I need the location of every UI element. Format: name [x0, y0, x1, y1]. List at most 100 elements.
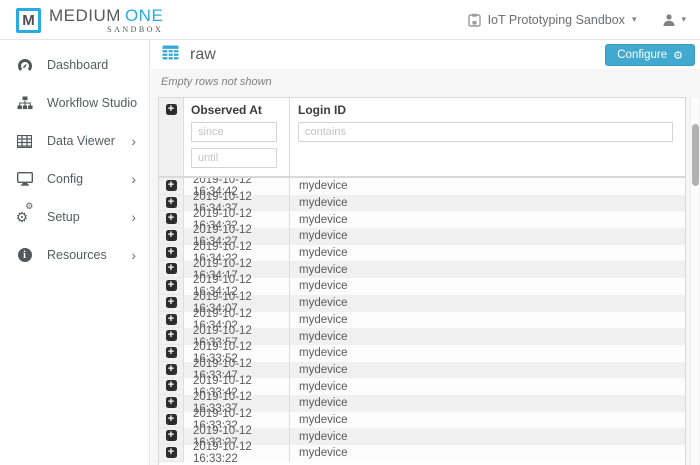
login-id-cell: mydevice	[290, 178, 685, 195]
expand-row-cell: +	[159, 412, 184, 429]
expand-row-cell: +	[159, 295, 184, 312]
login-id-cell: mydevice	[290, 412, 685, 429]
configure-label: Configure	[617, 49, 667, 61]
user-icon	[662, 13, 676, 27]
plus-square-icon[interactable]: +	[166, 297, 177, 308]
expand-row-cell: +	[159, 395, 184, 412]
configure-button[interactable]: Configure ⚙	[605, 44, 695, 66]
sidebar-item-label: Workflow Studio	[47, 96, 137, 110]
medium-one-logo[interactable]: M MEDIUMONE SANDBOX	[16, 6, 163, 34]
expand-row-cell: +	[159, 228, 184, 245]
brand-one: ONE	[125, 6, 163, 25]
expand-row-cell: +	[159, 261, 184, 278]
login-id-cell: mydevice	[290, 328, 685, 345]
observed-at-cell: 2019-10-12 16:33:22	[184, 445, 290, 462]
observed-at-column-label: Observed At	[191, 103, 282, 117]
chevron-right-icon: ›	[131, 172, 136, 186]
table-scrollbar-thumb[interactable]	[692, 124, 699, 186]
clipboard-icon	[468, 13, 481, 27]
login-id-cell: mydevice	[290, 345, 685, 362]
sidebar-nav: Dashboard Workflow Studio Data Viewer › …	[0, 40, 150, 465]
login-id-cell: mydevice	[290, 428, 685, 445]
sidebar-item-setup[interactable]: ⚙⚙ Setup ›	[0, 198, 149, 236]
plus-square-icon[interactable]: +	[166, 104, 177, 115]
since-filter-input[interactable]	[191, 122, 277, 142]
page-titlebar: raw Configure ⚙	[151, 40, 700, 69]
caret-down-icon: ▾	[681, 14, 686, 25]
chevron-right-icon: ›	[131, 248, 136, 262]
plus-square-icon[interactable]: +	[166, 347, 177, 358]
sidebar-item-resources[interactable]: i Resources ›	[0, 236, 149, 274]
table-row: + 2019-10-12 16:33:22 mydevice	[159, 445, 685, 462]
table-scrollbar-track[interactable]	[690, 98, 699, 465]
sidebar-item-config[interactable]: Config ›	[0, 160, 149, 198]
login-id-cell: mydevice	[290, 228, 685, 245]
login-id-cell: mydevice	[290, 261, 685, 278]
chevron-right-icon: ›	[131, 134, 136, 148]
expand-row-cell: +	[159, 328, 184, 345]
expand-row-cell: +	[159, 362, 184, 379]
sidebar-item-dashboard[interactable]: Dashboard	[0, 46, 149, 84]
user-menu[interactable]: ▾	[662, 13, 686, 27]
login-id-cell: mydevice	[290, 378, 685, 395]
sidebar-item-label: Data Viewer	[47, 134, 115, 148]
main-content: raw Configure ⚙ Empty rows not shown + O…	[151, 40, 700, 465]
sidebar-item-label: Setup	[47, 210, 80, 224]
plus-square-icon[interactable]: +	[166, 247, 177, 258]
caret-down-icon: ▾	[632, 14, 637, 25]
contains-filter-input[interactable]	[298, 122, 673, 142]
info-circle-icon: i	[15, 248, 34, 262]
expand-row-cell: +	[159, 445, 184, 462]
plus-square-icon[interactable]: +	[166, 330, 177, 341]
workspace-selector[interactable]: IoT Prototyping Sandbox ▾	[468, 13, 637, 27]
plus-square-icon[interactable]: +	[166, 180, 177, 191]
logo-text: MEDIUMONE SANDBOX	[49, 6, 163, 34]
login-id-cell: mydevice	[290, 362, 685, 379]
until-filter-input[interactable]	[191, 148, 277, 168]
login-id-cell: mydevice	[290, 395, 685, 412]
top-header: M MEDIUMONE SANDBOX IoT Prototyping Sand…	[0, 0, 700, 40]
login-id-cell: mydevice	[290, 211, 685, 228]
plus-square-icon[interactable]: +	[166, 280, 177, 291]
login-id-cell: mydevice	[290, 278, 685, 295]
sidebar-item-data-viewer[interactable]: Data Viewer ›	[0, 122, 149, 160]
header-right: IoT Prototyping Sandbox ▾ ▾	[468, 13, 686, 27]
sidebar-item-workflow-studio[interactable]: Workflow Studio	[0, 84, 149, 122]
login-id-cell: mydevice	[290, 312, 685, 329]
expand-row-cell: +	[159, 178, 184, 195]
expand-all-header-cell: +	[159, 98, 184, 176]
login-id-cell: mydevice	[290, 295, 685, 312]
login-id-cell: mydevice	[290, 245, 685, 262]
gear-icon: ⚙	[673, 49, 683, 62]
sidebar-item-label: Dashboard	[47, 58, 108, 72]
plus-square-icon[interactable]: +	[166, 380, 177, 391]
table-icon	[162, 45, 179, 65]
plus-square-icon[interactable]: +	[166, 430, 177, 441]
logo-m-icon: M	[16, 8, 41, 33]
expand-row-cell: +	[159, 428, 184, 445]
plus-square-icon[interactable]: +	[166, 213, 177, 224]
plus-square-icon[interactable]: +	[166, 447, 177, 458]
chevron-right-icon: ›	[131, 210, 136, 224]
plus-square-icon[interactable]: +	[166, 397, 177, 408]
sidebar-item-label: Resources	[47, 248, 107, 262]
observed-at-header-cell: Observed At	[184, 98, 290, 176]
plus-square-icon[interactable]: +	[166, 230, 177, 241]
gears-icon: ⚙⚙	[15, 210, 34, 224]
expand-row-cell: +	[159, 245, 184, 262]
expand-row-cell: +	[159, 278, 184, 295]
plus-square-icon[interactable]: +	[166, 263, 177, 274]
expand-row-cell: +	[159, 378, 184, 395]
empty-rows-note: Empty rows not shown	[161, 76, 272, 88]
plus-square-icon[interactable]: +	[166, 414, 177, 425]
expand-row-cell: +	[159, 345, 184, 362]
plus-square-icon[interactable]: +	[166, 314, 177, 325]
sidebar-item-label: Config	[47, 172, 83, 186]
login-id-cell: mydevice	[290, 445, 685, 462]
login-id-cell: mydevice	[290, 195, 685, 212]
login-id-column-label: Login ID	[298, 103, 677, 117]
plus-square-icon[interactable]: +	[166, 364, 177, 375]
plus-square-icon[interactable]: +	[166, 197, 177, 208]
data-table: + Observed At Login ID + 2019-10-12 16:3…	[158, 97, 686, 465]
table-header: + Observed At Login ID	[159, 98, 685, 178]
